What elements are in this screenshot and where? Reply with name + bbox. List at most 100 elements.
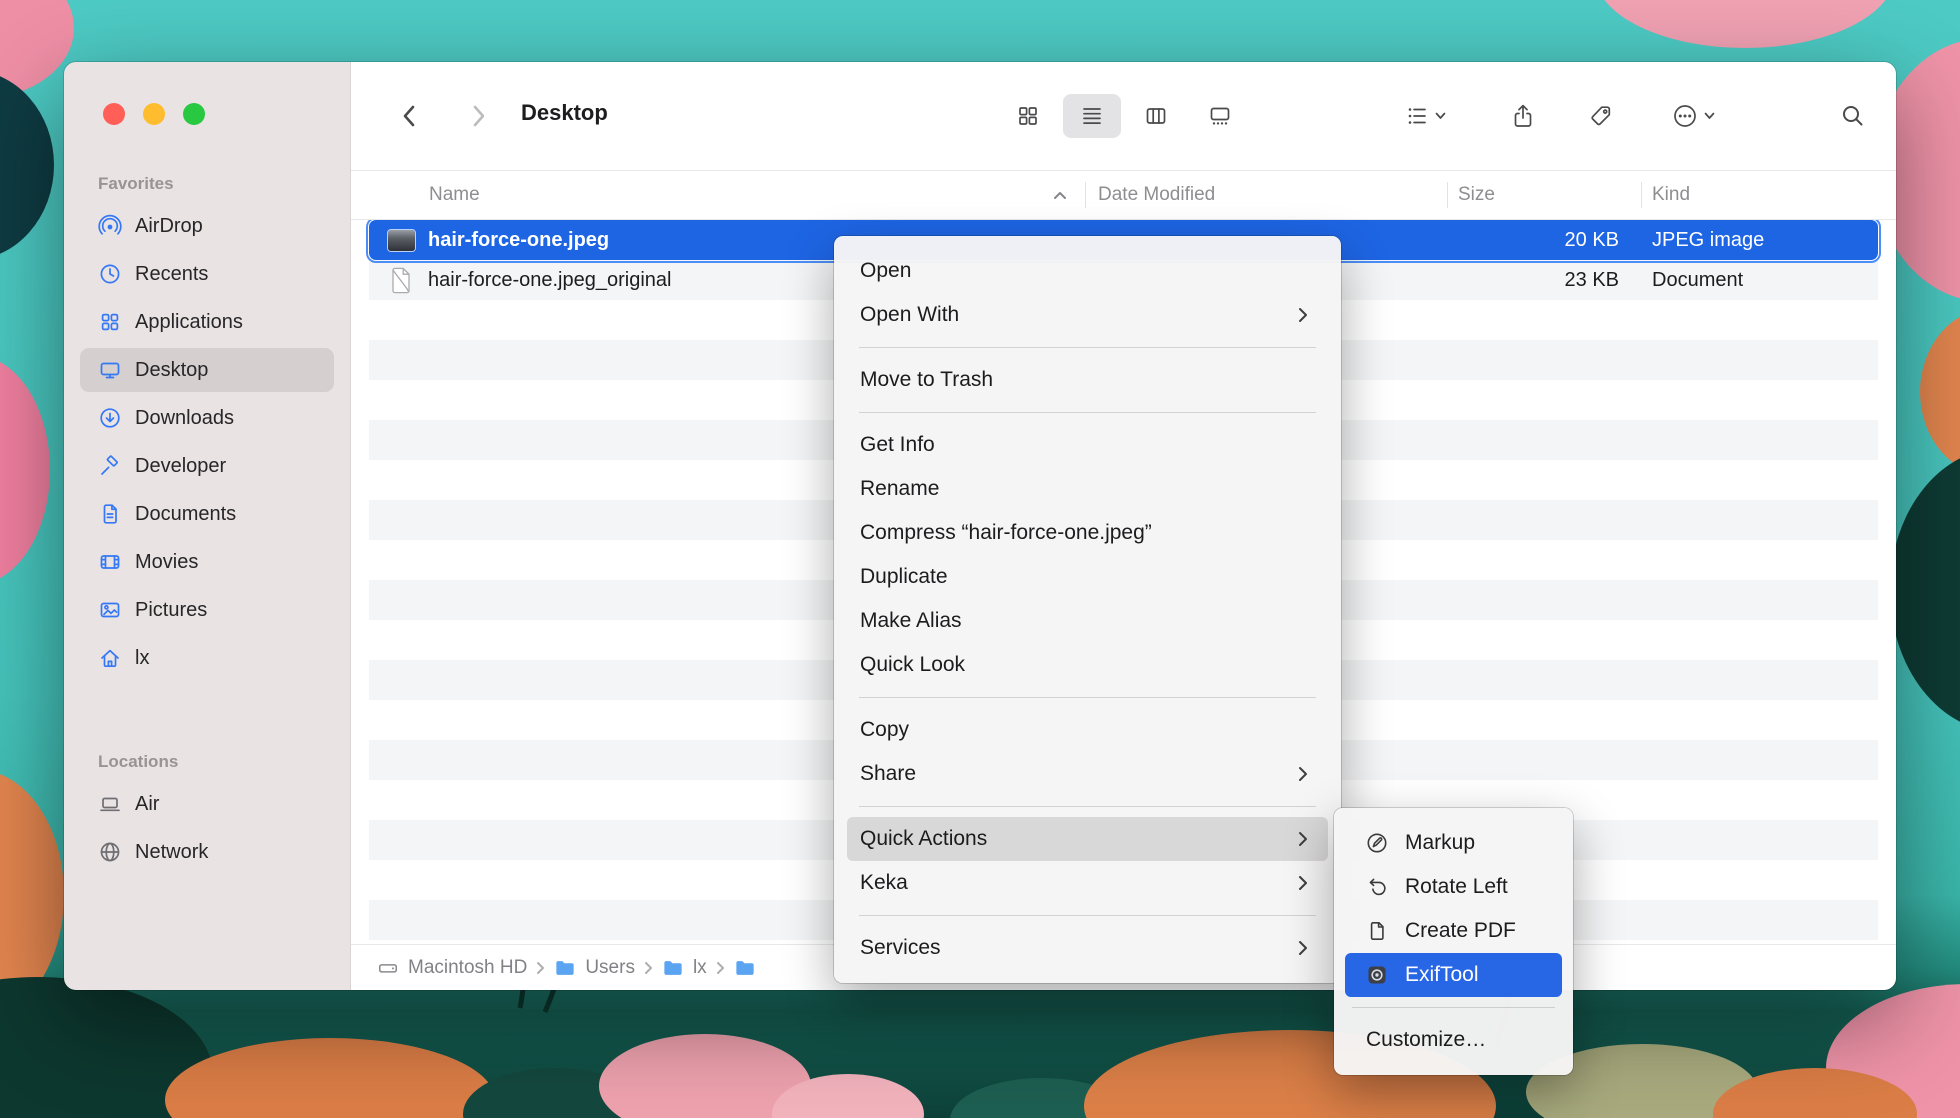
globe-icon — [98, 840, 122, 864]
folder-icon — [662, 958, 684, 978]
exiftool-icon — [1366, 964, 1392, 986]
sidebar-item-movies[interactable]: Movies — [80, 540, 334, 584]
sidebar-item-label: Developer — [135, 455, 226, 478]
file-name: hair-force-one.jpeg_original — [428, 269, 671, 292]
path-crumb-macintosh-hd[interactable]: Macintosh HD — [377, 957, 527, 979]
menu-item-duplicate[interactable]: Duplicate — [847, 555, 1328, 599]
download-circle-icon — [98, 406, 122, 430]
laptop-icon — [98, 792, 122, 816]
rotate-left-icon — [1366, 876, 1392, 898]
clock-icon — [98, 262, 122, 286]
column-header-size[interactable]: Size — [1447, 171, 1641, 219]
submenu-item-create-pdf[interactable]: Create PDF — [1345, 909, 1562, 953]
app-grid-icon — [98, 310, 122, 334]
sidebar-item-label: Pictures — [135, 599, 207, 622]
list-view-button[interactable] — [1063, 94, 1121, 138]
zoom-button[interactable] — [183, 103, 205, 125]
sidebar-item-label: Downloads — [135, 407, 234, 430]
sidebar-item-documents[interactable]: Documents — [80, 492, 334, 536]
share-icon — [1511, 103, 1535, 129]
tag-button[interactable] — [1579, 94, 1623, 138]
home-icon — [98, 646, 122, 670]
list-view-icon — [1080, 104, 1104, 128]
column-headers: Name Date Modified Size Kind — [351, 170, 1896, 220]
sidebar-item-developer[interactable]: Developer — [80, 444, 334, 488]
path-separator-icon — [536, 961, 545, 975]
sidebar-item-recents[interactable]: Recents — [80, 252, 334, 296]
context-menu: Open Open With Move to Trash Get Info Re… — [834, 236, 1341, 983]
menu-item-quick-actions[interactable]: Quick Actions — [847, 817, 1328, 861]
sidebar-item-network[interactable]: Network — [80, 830, 334, 874]
column-header-date-modified[interactable]: Date Modified — [1085, 171, 1447, 219]
sidebar-item-pictures[interactable]: Pictures — [80, 588, 334, 632]
sidebar-item-label: Network — [135, 841, 208, 864]
sidebar-item-label: Air — [135, 793, 159, 816]
minimize-button[interactable] — [143, 103, 165, 125]
search-button[interactable] — [1831, 94, 1875, 138]
column-header-kind[interactable]: Kind — [1641, 171, 1878, 219]
traffic-lights — [103, 103, 205, 125]
submenu-item-exiftool[interactable]: ExifTool — [1345, 953, 1562, 997]
create-pdf-icon — [1366, 920, 1392, 942]
menu-divider — [1352, 1007, 1555, 1008]
menu-item-compress[interactable]: Compress “hair-force-one.jpeg” — [847, 511, 1328, 555]
column-header-name[interactable]: Name — [369, 171, 1085, 219]
forward-button[interactable] — [457, 94, 501, 138]
gallery-view-button[interactable] — [1191, 94, 1249, 138]
sidebar-item-applications[interactable]: Applications — [80, 300, 334, 344]
group-by-button[interactable] — [1389, 94, 1461, 138]
submenu-item-markup[interactable]: Markup — [1345, 821, 1562, 865]
menu-divider — [859, 915, 1316, 916]
path-crumb-lx[interactable]: lx — [662, 957, 707, 979]
menu-divider — [859, 806, 1316, 807]
file-kind: JPEG image — [1641, 229, 1878, 252]
close-button[interactable] — [103, 103, 125, 125]
icon-view-button[interactable] — [999, 94, 1057, 138]
sort-ascending-icon — [1053, 191, 1067, 200]
sidebar-section-locations: Locations Air Network — [64, 752, 350, 874]
sidebar-item-label: Recents — [135, 263, 208, 286]
back-button[interactable] — [387, 94, 431, 138]
sidebar-section-favorites: Favorites AirDrop Recents Applications D… — [64, 174, 350, 680]
icon-view-icon — [1016, 104, 1040, 128]
submenu-chevron-icon — [1298, 831, 1316, 847]
tag-icon — [1589, 104, 1613, 128]
menu-item-move-to-trash[interactable]: Move to Trash — [847, 358, 1328, 402]
sidebar-item-label: Desktop — [135, 359, 208, 382]
hammer-icon — [98, 454, 122, 478]
image-thumbnail — [385, 225, 417, 255]
sidebar-item-air[interactable]: Air — [80, 782, 334, 826]
sidebar-item-label: Movies — [135, 551, 198, 574]
more-actions-button[interactable] — [1657, 94, 1729, 138]
chevron-right-icon — [472, 105, 486, 127]
ellipsis-circle-icon — [1672, 103, 1698, 129]
toolbar: Desktop — [351, 62, 1896, 170]
menu-item-services[interactable]: Services — [847, 926, 1328, 970]
menu-item-quick-look[interactable]: Quick Look — [847, 643, 1328, 687]
gallery-view-icon — [1208, 104, 1232, 128]
locations-label: Locations — [80, 752, 334, 772]
path-crumb-users[interactable]: Users — [554, 957, 635, 979]
sidebar-item-airdrop[interactable]: AirDrop — [80, 204, 334, 248]
path-crumb-truncated[interactable] — [734, 958, 765, 978]
menu-item-share[interactable]: Share — [847, 752, 1328, 796]
folder-icon — [554, 958, 576, 978]
menu-item-copy[interactable]: Copy — [847, 708, 1328, 752]
submenu-item-rotate-left[interactable]: Rotate Left — [1345, 865, 1562, 909]
sidebar-item-desktop[interactable]: Desktop — [80, 348, 334, 392]
menu-item-open-with[interactable]: Open With — [847, 293, 1328, 337]
chevron-down-icon — [1704, 112, 1715, 120]
sidebar-item-downloads[interactable]: Downloads — [80, 396, 334, 440]
submenu-item-customize[interactable]: Customize… — [1345, 1018, 1562, 1062]
menu-item-rename[interactable]: Rename — [847, 467, 1328, 511]
share-button[interactable] — [1501, 94, 1545, 138]
menu-item-open[interactable]: Open — [847, 249, 1328, 293]
menu-item-get-info[interactable]: Get Info — [847, 423, 1328, 467]
menu-item-make-alias[interactable]: Make Alias — [847, 599, 1328, 643]
column-view-button[interactable] — [1127, 94, 1185, 138]
menu-item-keka[interactable]: Keka — [847, 861, 1328, 905]
group-by-icon — [1405, 104, 1429, 128]
markup-icon — [1366, 832, 1392, 854]
sidebar-item-home[interactable]: lx — [80, 636, 334, 680]
sidebar: Favorites AirDrop Recents Applications D… — [64, 62, 350, 990]
